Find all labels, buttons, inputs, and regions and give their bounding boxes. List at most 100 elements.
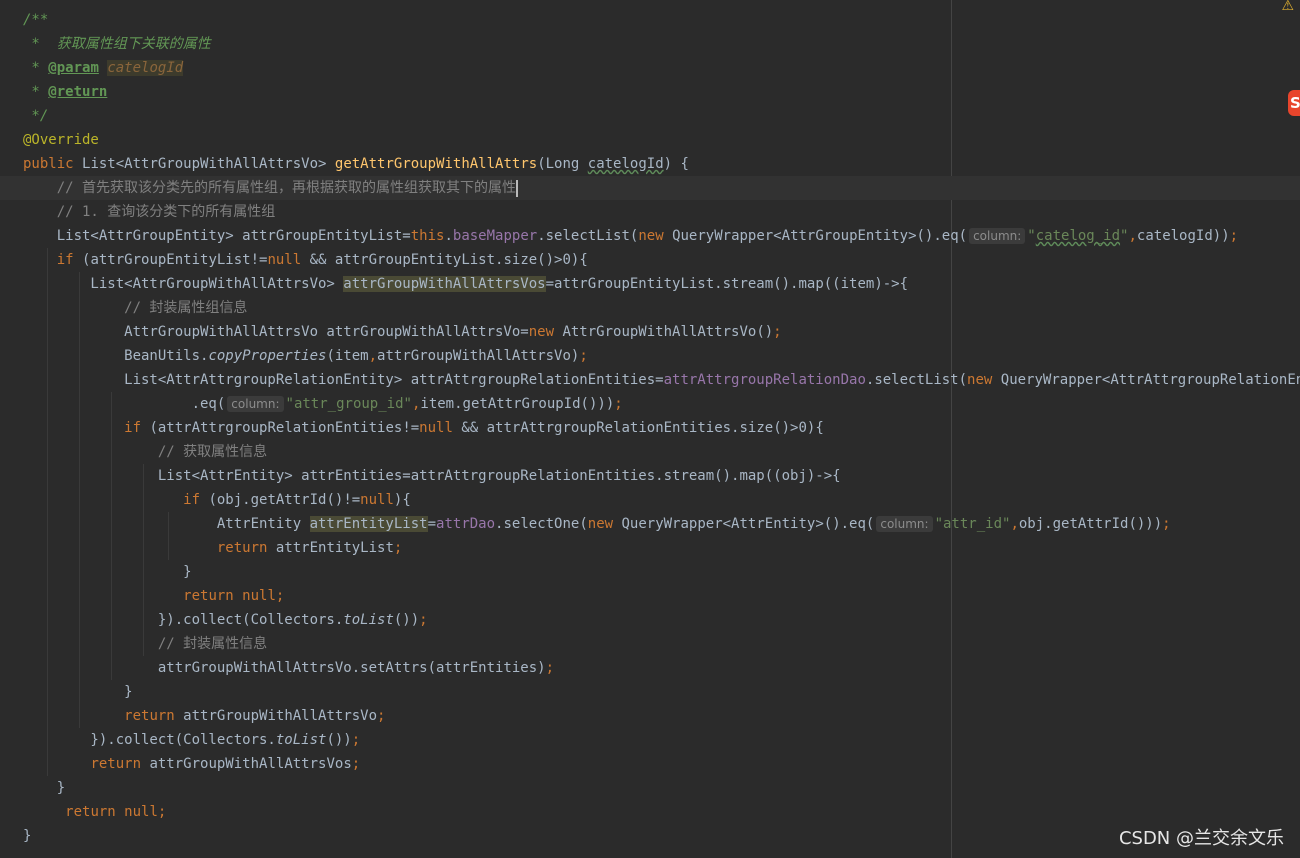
code-token: = [427,516,437,532]
code-token: getAttrGroupWithAllAttrs [334,156,538,172]
code-text[interactable]: return attrGroupWithAllAttrsVo; [23,704,385,728]
code-text[interactable]: if (obj.getAttrId()!=null){ [23,488,411,512]
code-line[interactable]: List<AttrEntity> attrEntities=attrAttrgr… [0,464,1300,488]
code-text[interactable]: public List<AttrGroupWithAllAttrsVo> get… [23,152,689,176]
code-text[interactable]: } [23,824,31,848]
code-text[interactable]: if (attrAttrgroupRelationEntities!=null … [23,416,824,440]
code-line[interactable]: List<AttrGroupWithAllAttrsVo> attrGroupW… [0,272,1300,296]
code-text[interactable]: // 封装属性组信息 [23,296,247,320]
code-token: new [967,372,1001,388]
code-text[interactable]: * @param catelogId [23,56,184,80]
plugin-badge-icon[interactable]: S [1288,90,1300,116]
code-line[interactable]: * @return [0,80,1300,104]
code-text[interactable]: attrGroupWithAllAttrsVo.setAttrs(attrEnt… [23,656,554,680]
code-line[interactable]: }).collect(Collectors.toList()); [0,728,1300,752]
code-line[interactable]: }).collect(Collectors.toList()); [0,608,1300,632]
code-token: ; [377,708,386,724]
code-line[interactable]: } [0,776,1300,800]
code-line[interactable]: if (attrAttrgroupRelationEntities!=null … [0,416,1300,440]
code-line[interactable]: * 获取属性组下关联的属性 [0,32,1300,56]
code-token: } [23,684,133,700]
code-token: ; [393,540,403,556]
code-line[interactable]: BeanUtils.copyProperties(item,attrGroupW… [0,344,1300,368]
code-token: obj.getAttrId())) [1018,516,1163,532]
code-line[interactable]: * @param catelogId [0,56,1300,80]
code-token: "attr_id" [934,516,1011,532]
code-token: null; [242,588,285,604]
code-text[interactable]: List<AttrGroupEntity> attrGroupEntityLis… [23,224,1238,248]
code-line[interactable]: } [0,824,1300,848]
code-line[interactable]: public List<AttrGroupWithAllAttrsVo> get… [0,152,1300,176]
code-line[interactable]: .eq(column: "attr_group_id",item.getAttrG… [0,392,1300,416]
code-line[interactable]: if (obj.getAttrId()!=null){ [0,488,1300,512]
code-token: ; [614,396,623,412]
code-line[interactable]: } [0,680,1300,704]
code-text[interactable]: */ [23,104,48,128]
code-line[interactable]: if (attrGroupEntityList!=null && attrGro… [0,248,1300,272]
code-token: attrEntityList [309,516,428,532]
code-line[interactable]: */ [0,104,1300,128]
code-line[interactable]: return attrGroupWithAllAttrsVos; [0,752,1300,776]
code-token: }).collect(Collectors. [23,612,344,628]
code-line[interactable]: } [0,560,1300,584]
code-token: catelogId [587,156,664,172]
code-line[interactable]: return null; [0,800,1300,824]
code-text[interactable]: List<AttrEntity> attrEntities=attrAttrgr… [23,464,841,488]
code-text[interactable]: .eq(column: "attr_group_id",item.getAttrG… [23,392,623,416]
code-text[interactable]: @Override [23,128,99,152]
code-text[interactable]: AttrEntity attrEntityList=attrDao.select… [23,512,1171,536]
code-token: =attrGroupEntityList.stream().map((item)… [545,276,909,292]
code-text[interactable]: // 封装属性信息 [23,632,267,656]
code-text[interactable]: }).collect(Collectors.toList()); [23,728,360,752]
code-line[interactable]: List<AttrAttrgroupRelationEntity> attrAt… [0,368,1300,392]
code-line[interactable]: @Override [0,128,1300,152]
code-line[interactable]: return attrEntityList; [0,536,1300,560]
code-token: null [267,252,310,268]
code-text[interactable]: List<AttrAttrgroupRelationEntity> attrAt… [23,368,1300,392]
code-line[interactable]: // 封装属性信息 [0,632,1300,656]
code-text[interactable]: List<AttrGroupWithAllAttrsVo> attrGroupW… [23,272,908,296]
code-line[interactable]: /** [0,8,1300,32]
code-line[interactable]: // 封装属性组信息 [0,296,1300,320]
code-line[interactable]: AttrEntity attrEntityList=attrDao.select… [0,512,1300,536]
code-text[interactable]: * @return [23,80,107,104]
code-editor[interactable]: /** * 获取属性组下关联的属性 * @param catelogId * @… [0,0,1300,858]
code-line[interactable]: return null; [0,584,1300,608]
code-line[interactable]: // 1. 查询该分类下的所有属性组 [0,200,1300,224]
warning-icon[interactable]: ⚠ [1281,0,1294,14]
code-token: new [528,324,563,340]
code-text[interactable]: /** [23,8,48,32]
code-text[interactable]: return attrEntityList; [23,536,402,560]
code-token: new [587,516,622,532]
code-text[interactable]: return null; [23,800,166,824]
code-line[interactable]: // 首先获取该分类先的所有属性组，再根据获取的属性组获取其下的属性 [0,176,1300,200]
code-line[interactable]: List<AttrGroupEntity> attrGroupEntityLis… [0,224,1300,248]
code-text[interactable]: BeanUtils.copyProperties(item,attrGroupW… [23,344,588,368]
code-token: QueryWrapper<AttrGroupEntity>().eq( [672,228,968,244]
code-text[interactable]: // 获取属性信息 [23,440,267,464]
code-token: new [638,228,673,244]
code-token: null [360,492,394,508]
code-line[interactable]: // 获取属性信息 [0,440,1300,464]
code-text[interactable]: AttrGroupWithAllAttrsVo attrGroupWithAll… [23,320,781,344]
code-text[interactable]: // 首先获取该分类先的所有属性组，再根据获取的属性组获取其下的属性 [23,176,518,200]
code-text[interactable]: } [23,680,133,704]
code-line[interactable]: return attrGroupWithAllAttrsVo; [0,704,1300,728]
code-text[interactable]: * 获取属性组下关联的属性 [23,32,210,56]
code-text[interactable]: } [23,560,191,584]
code-line[interactable]: attrGroupWithAllAttrsVo.setAttrs(attrEnt… [0,656,1300,680]
code-token: attrGroupWithAllAttrsVo) [377,348,580,364]
code-text[interactable]: // 1. 查询该分类下的所有属性组 [23,200,276,224]
code-text[interactable]: return null; [23,584,284,608]
code-token: . [444,228,453,244]
code-line[interactable]: AttrGroupWithAllAttrsVo attrGroupWithAll… [0,320,1300,344]
code-text[interactable]: if (attrGroupEntityList!=null && attrGro… [23,248,588,272]
code-text[interactable]: return attrGroupWithAllAttrsVos; [23,752,360,776]
parameter-hint: column: [969,228,1026,244]
code-text[interactable]: } [23,776,65,800]
code-text[interactable]: }).collect(Collectors.toList()); [23,608,428,632]
code-token: ; [351,756,361,772]
